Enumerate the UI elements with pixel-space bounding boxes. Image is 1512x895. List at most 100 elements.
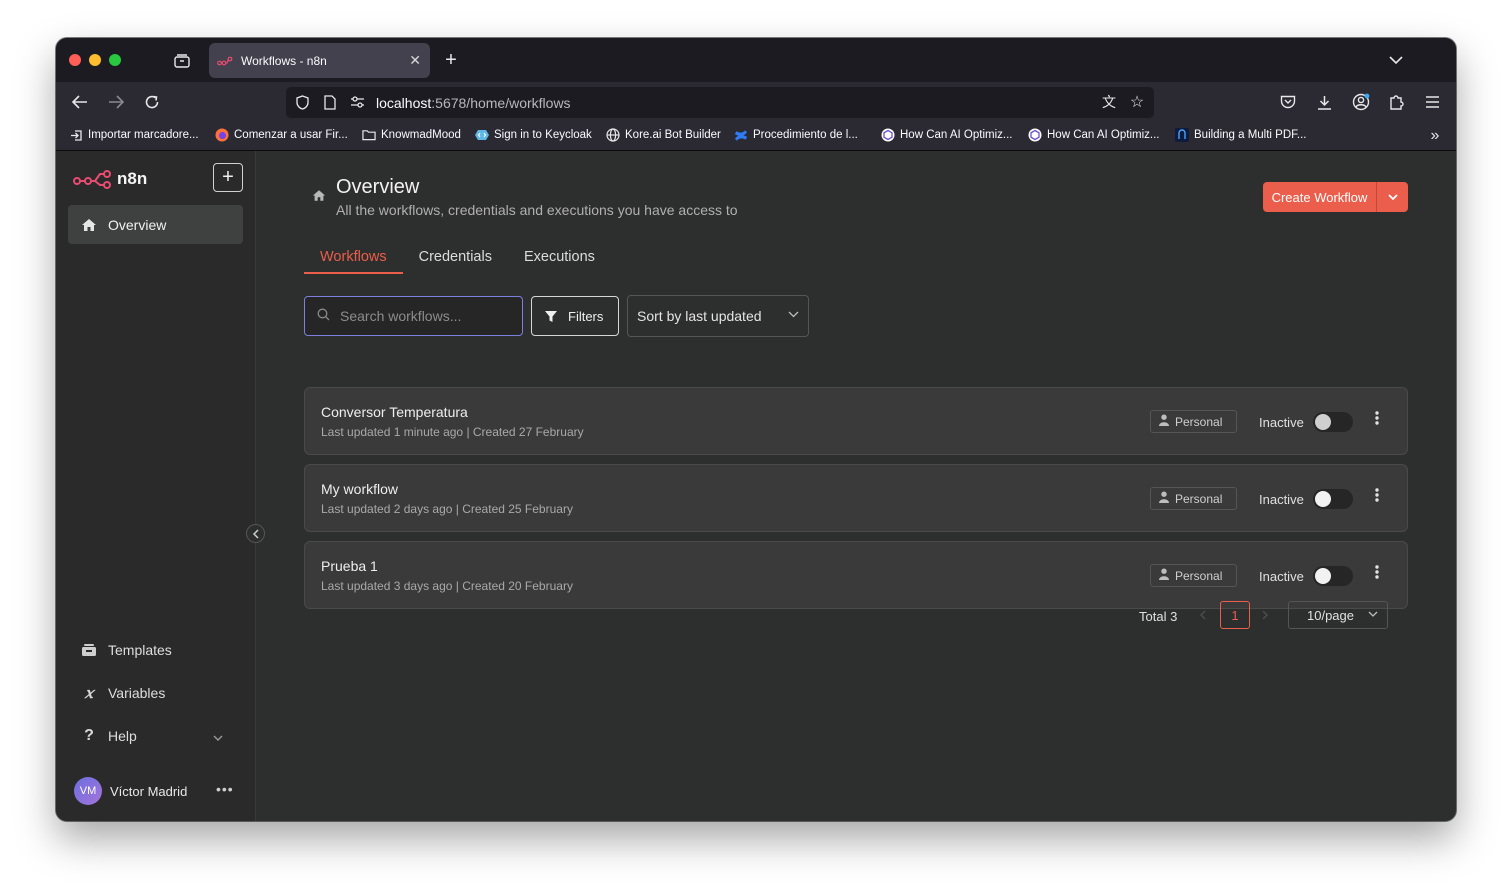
bookmark-item[interactable]: Building a Multi PDF... <box>1175 128 1307 142</box>
bookmark-label: Importar marcadore... <box>88 129 199 141</box>
bookmark-item[interactable]: How Can AI Optimiz... <box>1028 128 1159 142</box>
sidebar-item-label: Help <box>108 727 137 744</box>
bookmark-item[interactable]: Kore.ai Bot Builder <box>606 128 721 142</box>
confluence-icon <box>734 128 748 142</box>
close-tab-icon[interactable]: ✕ <box>409 52 421 69</box>
n8n-favicon-icon <box>217 56 233 65</box>
create-dropdown-chevron-icon[interactable] <box>1377 182 1408 212</box>
chevron-down-icon <box>213 729 223 745</box>
more-vertical-icon[interactable] <box>1375 411 1379 429</box>
workflow-status: Inactive <box>1259 415 1304 430</box>
sidebar-item-overview[interactable]: Overview <box>68 205 243 244</box>
permissions-icon[interactable] <box>348 94 366 110</box>
owner-label: Personal <box>1175 568 1223 583</box>
downloads-icon[interactable] <box>1314 92 1334 112</box>
more-vertical-icon[interactable] <box>1375 565 1379 583</box>
user-name: Víctor Madrid <box>110 783 188 799</box>
translate-icon[interactable]: 文 <box>1100 94 1118 110</box>
page-subtitle: All the workflows, credentials and execu… <box>336 202 738 218</box>
sidebar-item-label: Overview <box>108 216 167 233</box>
workflow-card[interactable]: Conversor Temperatura Last updated 1 min… <box>304 387 1408 455</box>
variables-icon: 𝑥 <box>84 683 94 702</box>
bookmark-item[interactable]: Importar marcadore... <box>69 128 199 142</box>
workflow-name: Conversor Temperatura <box>321 404 468 420</box>
more-options-icon[interactable]: ••• <box>216 781 234 797</box>
chevron-right-icon[interactable] <box>1262 609 1269 623</box>
owner-badge: Personal <box>1150 487 1237 510</box>
menu-icon[interactable] <box>1422 92 1442 112</box>
url-text[interactable]: localhost:5678/home/workflows <box>376 95 571 111</box>
back-icon[interactable] <box>70 92 90 112</box>
active-toggle[interactable] <box>1313 489 1353 509</box>
toggle-knob <box>1315 414 1331 430</box>
sidebar-item-label: Variables <box>108 684 166 701</box>
minimize-window-button[interactable] <box>89 54 101 66</box>
tab-title: Workflows - n8n <box>241 53 327 68</box>
workflow-status: Inactive <box>1259 492 1304 507</box>
more-vertical-icon[interactable] <box>1375 488 1379 506</box>
forward-icon[interactable] <box>106 92 126 112</box>
sidebar-item-variables[interactable]: 𝑥 Variables <box>68 673 243 712</box>
reload-icon[interactable] <box>142 92 162 112</box>
hexagon-logo-icon <box>1028 128 1042 142</box>
bookmark-label: Kore.ai Bot Builder <box>625 129 721 141</box>
account-icon[interactable] <box>1350 91 1372 113</box>
new-tab-icon[interactable]: + <box>442 49 460 71</box>
list-tabs-icon[interactable] <box>1386 51 1406 69</box>
maximize-window-button[interactable] <box>109 54 121 66</box>
n8n-logo[interactable]: n8n <box>73 169 147 189</box>
sidebar-item-templates[interactable]: Templates <box>68 630 243 669</box>
bookmark-item[interactable]: Procedimiento de l... <box>734 128 858 142</box>
sort-select[interactable]: Sort by last updated <box>627 295 809 337</box>
close-window-button[interactable] <box>69 54 81 66</box>
bookmark-label: KnowmadMood <box>381 129 461 141</box>
user-menu[interactable]: VM Víctor Madrid <box>74 777 187 805</box>
page-size-value: 10/page <box>1307 607 1354 623</box>
active-toggle[interactable] <box>1313 412 1353 432</box>
tab-workflows[interactable]: Workflows <box>304 241 403 274</box>
bookmark-item[interactable]: Comenzar a usar Fir... <box>215 128 348 142</box>
workflow-card[interactable]: My workflow Last updated 2 days ago | Cr… <box>304 464 1408 532</box>
page-number-current[interactable]: 1 <box>1220 601 1250 629</box>
toggle-knob <box>1315 568 1331 584</box>
sort-value: Sort by last updated <box>637 308 762 324</box>
user-icon <box>1159 491 1169 506</box>
browser-window: Workflows - n8n ✕ + localhost:5678/home/… <box>56 38 1456 821</box>
chevron-left-icon[interactable] <box>1199 609 1206 623</box>
address-bar[interactable]: localhost:5678/home/workflows 文 ☆ <box>286 87 1154 118</box>
bookmark-item[interactable]: Sign in to Keycloak <box>475 128 592 142</box>
page-size-select[interactable]: 10/page <box>1288 601 1388 629</box>
user-icon <box>1159 568 1169 583</box>
owner-label: Personal <box>1175 491 1223 506</box>
workflow-name: My workflow <box>321 481 399 497</box>
browser-tab-bar: Workflows - n8n ✕ + <box>56 38 1456 82</box>
sidebar: n8n + Overview Templates 𝑥 Variables ? H… <box>56 151 256 821</box>
extensions-icon[interactable] <box>1386 92 1406 112</box>
tab-groups-icon[interactable] <box>172 52 192 70</box>
workflow-card[interactable]: Prueba 1 Last updated 3 days ago | Creat… <box>304 541 1408 609</box>
bookmark-item[interactable]: KnowmadMood <box>362 128 461 142</box>
create-workflow-button[interactable]: Create Workflow <box>1263 182 1377 212</box>
bookmark-star-icon[interactable]: ☆ <box>1128 93 1146 111</box>
sidebar-item-help[interactable]: ? Help <box>68 716 243 755</box>
filters-button[interactable]: Filters <box>531 296 619 336</box>
search-icon <box>317 308 330 324</box>
add-button[interactable]: + <box>213 163 243 192</box>
workflow-meta: Last updated 1 minute ago | Created 27 F… <box>321 425 584 439</box>
pocket-icon[interactable] <box>1278 92 1298 112</box>
main-content: Overview All the workflows, credentials … <box>256 151 1456 821</box>
owner-label: Personal <box>1175 414 1223 429</box>
tab-executions[interactable]: Executions <box>508 241 611 272</box>
bookmark-label: Sign in to Keycloak <box>494 129 592 141</box>
active-toggle[interactable] <box>1313 566 1353 586</box>
bookmark-item[interactable]: How Can AI Optimiz... <box>881 128 1012 142</box>
tab-credentials[interactable]: Credentials <box>403 241 508 272</box>
collapse-sidebar-button[interactable] <box>246 524 265 543</box>
page-icon[interactable] <box>322 94 338 110</box>
more-bookmarks-icon[interactable]: » <box>1426 127 1444 144</box>
chevron-down-icon <box>788 309 799 321</box>
search-input[interactable] <box>340 308 500 324</box>
browser-tab[interactable]: Workflows - n8n ✕ <box>209 43 430 78</box>
browser-nav-bar: localhost:5678/home/workflows 文 ☆ <box>56 82 1456 122</box>
shield-icon[interactable] <box>294 94 310 110</box>
